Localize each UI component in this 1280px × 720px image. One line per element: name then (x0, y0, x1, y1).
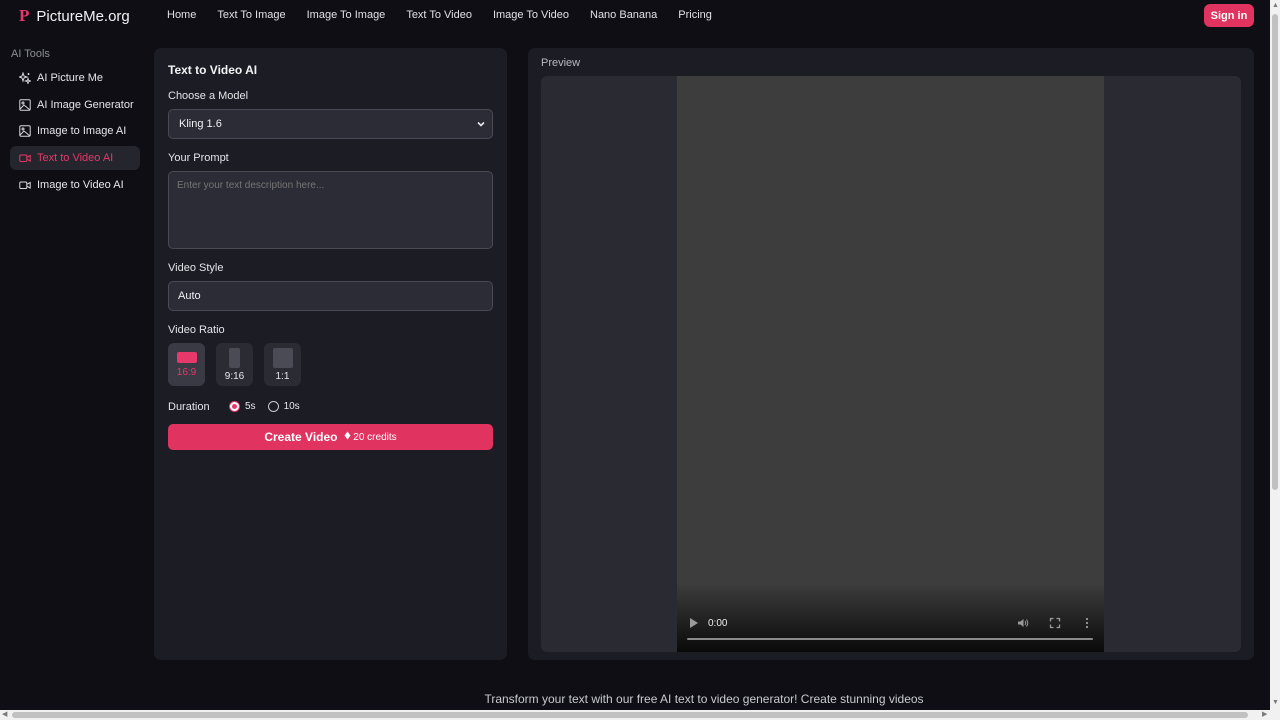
duration-option-label: 10s (283, 401, 300, 412)
sidebar-item-label: AI Image Generator (37, 98, 134, 111)
preview-label: Preview (541, 57, 581, 69)
nav-link-pricing[interactable]: Pricing (678, 9, 712, 21)
video-progress-bar[interactable] (687, 638, 1093, 640)
sidebar-item-label: Image to Video AI (37, 178, 124, 191)
video-ratio-label: Video Ratio (168, 324, 225, 336)
nav-links: Home Text To Image Image To Image Text T… (167, 9, 733, 21)
model-label: Choose a Model (168, 90, 249, 102)
ratio-label: 9:16 (224, 371, 245, 382)
ratio-16-9-button[interactable]: 16:9 (168, 343, 205, 386)
create-video-label: Create Video (264, 430, 338, 444)
sidebar-item-image-to-image[interactable]: Image to Image AI (10, 119, 140, 143)
video-style-select[interactable]: Auto (168, 281, 493, 311)
credits-label: 20 credits (353, 432, 397, 443)
nav-link-nano-banana[interactable]: Nano Banana (590, 9, 657, 21)
logo-text: PictureMe.org (36, 7, 130, 25)
nav-link-image-to-image[interactable]: Image To Image (307, 9, 386, 21)
nav-link-text-to-image[interactable]: Text To Image (217, 9, 285, 21)
sidebar-item-ai-picture-me[interactable]: AI Picture Me (10, 66, 140, 90)
logo-mark: P (19, 6, 30, 25)
play-icon[interactable] (689, 617, 699, 629)
image-icon (19, 98, 31, 111)
logo[interactable]: P PictureMe.org (19, 6, 130, 26)
prompt-textarea[interactable] (168, 171, 493, 249)
duration-label: Duration (168, 401, 210, 413)
fullscreen-icon[interactable] (1049, 617, 1061, 629)
scroll-up-arrow-icon[interactable]: ▲ (1272, 1, 1279, 11)
ratio-label: 16:9 (176, 367, 197, 378)
duration-options: 5s 10s (229, 401, 300, 412)
generator-form-panel: Text to Video AI Choose a Model Kling 1.… (154, 48, 507, 660)
sign-in-button[interactable]: Sign in (1204, 4, 1254, 27)
diamond-icon (344, 431, 350, 440)
top-nav: P PictureMe.org Home Text To Image Image… (0, 0, 1270, 32)
sidebar-item-image-to-video[interactable]: Image to Video AI (10, 173, 140, 197)
video-icon (19, 181, 31, 189)
sidebar-item-label: AI Picture Me (37, 72, 104, 84)
model-select[interactable]: Kling 1.6 (168, 109, 493, 139)
video-player[interactable]: 0:00 (677, 76, 1104, 652)
sidebar: AI Tools AI Picture Me AI Image Generato… (10, 48, 140, 199)
scroll-left-arrow-icon[interactable]: ◀ (2, 710, 7, 720)
video-time: 0:00 (708, 618, 728, 629)
sidebar-item-label: Text to Video AI (37, 152, 114, 165)
ratio-label: 1:1 (275, 371, 290, 382)
prompt-label: Your Prompt (168, 152, 229, 164)
sidebar-item-label: Image to Image AI (37, 125, 127, 138)
sidebar-heading: AI Tools (11, 48, 50, 60)
scroll-right-arrow-icon[interactable]: ▶ (1262, 710, 1267, 720)
vertical-scrollbar[interactable]: ▲ ▼ (1270, 0, 1280, 710)
vertical-scrollbar-thumb[interactable] (1272, 14, 1278, 490)
video-icon (19, 154, 31, 163)
chevron-down-icon (477, 121, 485, 127)
sidebar-item-text-to-video[interactable]: Text to Video AI (10, 146, 140, 171)
duration-10s-radio[interactable]: 10s (267, 401, 300, 412)
page-tagline: Transform your text with our free AI tex… (484, 692, 924, 706)
more-options-icon[interactable] (1081, 617, 1093, 629)
create-video-button[interactable]: Create Video 20 credits (168, 424, 493, 450)
horizontal-scrollbar[interactable]: ◀ ▶ (0, 710, 1280, 720)
nav-link-image-to-video[interactable]: Image To Video (493, 9, 569, 21)
ratio-1-1-button[interactable]: 1:1 (264, 343, 301, 386)
video-style-label: Video Style (168, 262, 224, 274)
ratio-9-16-button[interactable]: 9:16 (216, 343, 253, 386)
video-controls: 0:00 (677, 604, 1104, 652)
duration-option-label: 5s (245, 401, 256, 412)
nav-link-text-to-video[interactable]: Text To Video (406, 9, 472, 21)
landscape-ratio-icon (176, 352, 197, 363)
portrait-ratio-icon (229, 348, 240, 368)
horizontal-scrollbar-thumb[interactable] (12, 712, 1248, 718)
model-select-value: Kling 1.6 (179, 118, 222, 130)
sparkles-icon (19, 72, 31, 84)
sidebar-item-ai-image-generator[interactable]: AI Image Generator (10, 93, 140, 117)
credits-badge: 20 credits (344, 431, 397, 443)
ratio-options: 16:9 9:16 1:1 (168, 343, 301, 386)
duration-5s-radio[interactable]: 5s (229, 401, 256, 412)
radio-checked-indicator (229, 401, 240, 412)
preview-area: 0:00 (541, 76, 1241, 652)
scroll-down-arrow-icon[interactable]: ▼ (1272, 698, 1279, 708)
radio-unchecked-indicator (267, 401, 279, 412)
preview-panel: Preview 0:00 (528, 48, 1254, 660)
nav-link-home[interactable]: Home (167, 9, 196, 21)
video-style-value: Auto (178, 290, 201, 302)
form-title: Text to Video AI (168, 63, 258, 77)
image-icon (19, 125, 31, 138)
volume-icon[interactable] (1017, 617, 1029, 629)
square-ratio-icon (272, 348, 293, 368)
